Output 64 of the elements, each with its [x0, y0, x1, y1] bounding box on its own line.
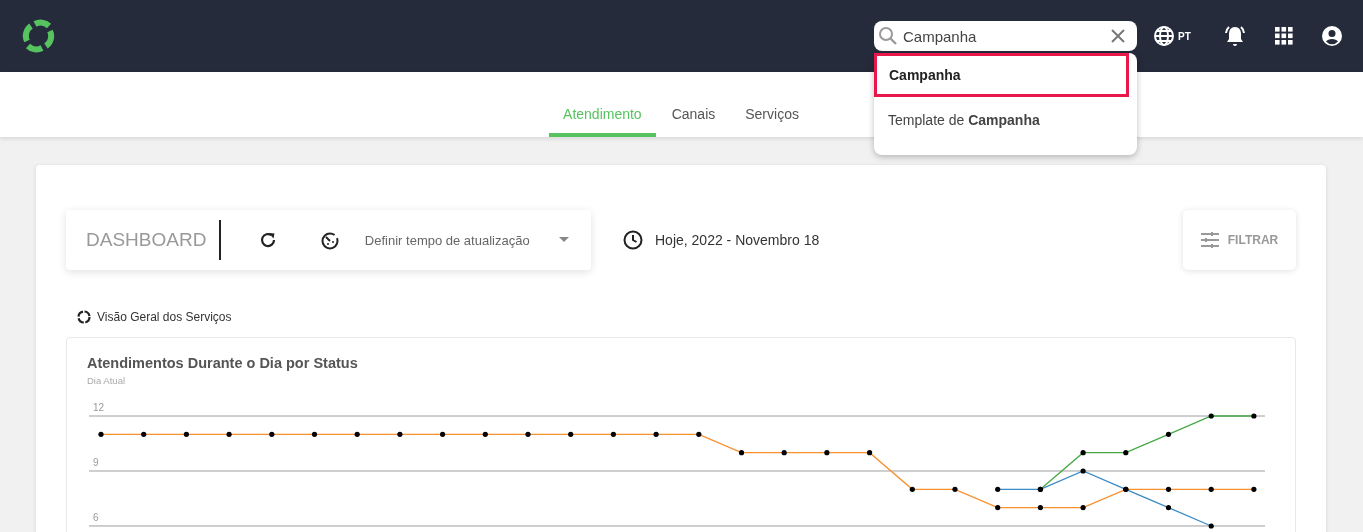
chart-subtitle: Dia Atual	[87, 375, 127, 386]
logo-icon	[21, 19, 55, 53]
data-point	[1165, 431, 1172, 437]
data-point	[269, 431, 275, 437]
refresh-time-select[interactable]: Definir tempo de atualização	[364, 232, 569, 248]
data-point	[1080, 468, 1086, 474]
data-point	[1165, 486, 1172, 492]
data-point	[1208, 523, 1214, 529]
bell-icon[interactable]	[1223, 24, 1247, 48]
data-point	[141, 431, 147, 437]
data-point	[1080, 505, 1086, 511]
data-point	[311, 431, 318, 437]
data-point	[440, 431, 446, 437]
data-point	[397, 431, 403, 437]
data-point	[952, 486, 958, 492]
user-avatar-icon[interactable]	[1321, 25, 1343, 47]
data-point	[1251, 486, 1257, 492]
data-point	[183, 431, 189, 437]
data-point	[738, 450, 745, 456]
language-label[interactable]: PT	[1178, 30, 1191, 42]
data-point	[1251, 413, 1257, 419]
data-point	[354, 431, 360, 437]
section-label: Visão Geral dos Serviços	[97, 310, 232, 324]
data-point	[1165, 505, 1172, 511]
refresh-icon[interactable]	[258, 231, 277, 249]
data-point	[98, 431, 104, 437]
y-axis-label: 9	[93, 457, 99, 468]
data-point	[653, 431, 659, 437]
nav-tab[interactable]: Canais	[657, 72, 730, 137]
date-label: Hoje, 2022 - Novembro 18	[655, 232, 820, 248]
data-point	[482, 431, 488, 437]
dashboard-title: DASHBOARD	[86, 229, 207, 251]
data-point	[1208, 486, 1214, 492]
data-point	[824, 450, 830, 456]
suggestion-item[interactable]: Template de Campanha	[874, 101, 1137, 145]
apps-grid-icon[interactable]	[1275, 27, 1293, 45]
dropdown-caret-icon	[559, 237, 569, 243]
chart-title: Atendimentos Durante o Dia por Status	[87, 355, 359, 371]
search-field[interactable]: Campanha	[874, 21, 1137, 51]
data-point	[867, 450, 873, 456]
y-axis-label: 12	[93, 402, 105, 413]
data-point	[525, 431, 531, 437]
data-point	[1037, 505, 1043, 511]
data-point	[1123, 450, 1129, 456]
data-point	[696, 431, 702, 437]
search-icon	[878, 26, 898, 46]
globe-icon[interactable]	[1153, 25, 1175, 47]
timer-icon[interactable]	[319, 230, 340, 250]
data-point	[1080, 450, 1086, 456]
data-point	[568, 431, 574, 437]
circle-progress-icon	[77, 310, 91, 324]
clock-icon	[623, 230, 643, 250]
suggestion-item[interactable]: Campanha	[874, 53, 1129, 97]
data-point	[781, 450, 787, 456]
data-point	[995, 505, 1001, 511]
close-icon[interactable]	[1111, 29, 1125, 43]
data-point	[226, 431, 232, 437]
sliders-icon	[1200, 232, 1219, 248]
y-axis-label: 6	[93, 512, 99, 523]
data-point	[610, 431, 616, 437]
data-point	[1208, 413, 1214, 419]
nav-tab[interactable]: Serviços	[731, 72, 813, 137]
data-point	[909, 486, 915, 492]
data-point	[995, 486, 1001, 492]
